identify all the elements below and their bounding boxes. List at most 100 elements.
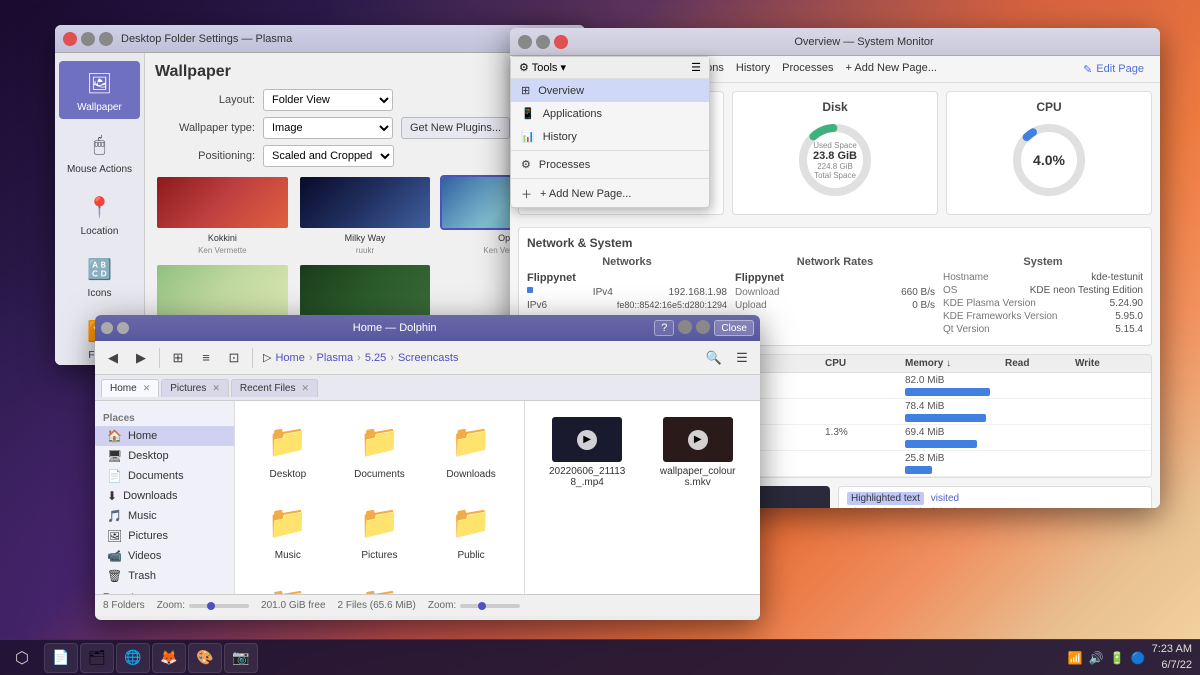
file-templates[interactable]: 📁 Templates (245, 573, 331, 594)
file-music[interactable]: 📁 Music (245, 492, 331, 567)
zoom-control-1: Zoom: (157, 600, 249, 611)
dolphin-ctrl-1[interactable] (101, 322, 113, 334)
network-rates-column: Network Rates Flippynet Download 660 B/s… (735, 256, 935, 337)
dolphin-list-btn[interactable]: ≡ (194, 346, 218, 370)
tools-menu-history[interactable]: 📊 History (511, 125, 709, 148)
sidebar-music[interactable]: 🎵 Music (95, 506, 234, 526)
tab-pictures-close[interactable]: ✕ (212, 383, 220, 394)
proc-col-write[interactable]: Write (1075, 358, 1145, 369)
sidebar-documents[interactable]: 📄 Documents (95, 466, 234, 486)
taskbar-app-1[interactable]: 📄 (44, 643, 78, 673)
sysmon-close-btn[interactable] (554, 35, 568, 49)
pictures-sidebar-icon: 🖼 (107, 529, 122, 543)
tools-menu-add[interactable]: ＋ + Add New Page... (511, 181, 709, 207)
sidebar-item-location[interactable]: 📍 Location (59, 185, 140, 243)
tools-menu-overview[interactable]: ⊞ Overview (511, 79, 709, 102)
sidebar-home[interactable]: 🏠 Home (95, 426, 234, 446)
tab-recent-close[interactable]: ✕ (301, 383, 309, 394)
sysmon-nav-history[interactable]: History (736, 60, 770, 78)
wallpaper-max-btn[interactable] (99, 32, 113, 46)
file-downloads[interactable]: 📁 Downloads (428, 411, 514, 486)
proc-write-1 (1075, 375, 1145, 396)
light-disabled-link[interactable]: link (910, 507, 925, 508)
dolphin-max-btn[interactable] (696, 320, 710, 334)
file-desktop[interactable]: 📁 Desktop (245, 411, 331, 486)
dolphin-close-btn[interactable]: Close (714, 320, 754, 336)
tools-menu-processes[interactable]: ⚙ Processes (511, 153, 709, 176)
bread-plasma[interactable]: Plasma (316, 352, 353, 364)
sidebar-item-icons[interactable]: 🔠 Icons (59, 247, 140, 305)
file-videos[interactable]: 📁 Videos (337, 573, 423, 594)
file-pictures[interactable]: 📁 Pictures (337, 492, 423, 567)
proc-col-cpu[interactable]: CPU (825, 358, 905, 369)
taskbar-app-2[interactable]: 🗂 (80, 643, 114, 673)
downloads-folder-name: Downloads (446, 469, 495, 480)
taskbar-clock[interactable]: 7:23 AM 6/7/22 (1152, 642, 1192, 673)
wallpaper-min-btn[interactable] (81, 32, 95, 46)
bread-current[interactable]: Home (275, 352, 304, 364)
wallpaper-item-kokkini[interactable]: Kokkini Ken Vermette (155, 175, 290, 255)
sidebar-toggle-icon[interactable]: ☰ (691, 61, 701, 74)
mouse-icon: 🖱 (84, 129, 116, 161)
tab-home-close[interactable]: ✕ (143, 383, 151, 394)
sysmon-nav-add[interactable]: + Add New Page... (846, 60, 937, 78)
get-new-plugins-btn[interactable]: Get New Plugins... (401, 117, 510, 139)
zoom-slider-2[interactable] (460, 604, 520, 608)
dolphin-min-btn[interactable] (678, 320, 692, 334)
positioning-select[interactable]: Scaled and Cropped (263, 145, 394, 167)
sysmon-max-btn[interactable] (536, 35, 550, 49)
location-icon: 📍 (84, 191, 116, 223)
bread-version[interactable]: 5.25 (365, 352, 386, 364)
dolphin-ctrl-2[interactable] (117, 322, 129, 334)
wallpaper-item-milkyway[interactable]: Milky Way ruukr (298, 175, 433, 255)
system-column: System Hostname kde-testunit OS KDE neon… (943, 256, 1143, 337)
bread-screencasts[interactable]: Screencasts (398, 352, 459, 364)
file-public[interactable]: 📁 Public (428, 492, 514, 567)
dolphin-grid-btn[interactable]: ⊞ (166, 346, 190, 370)
proc-col-read[interactable]: Read (1005, 358, 1075, 369)
dolphin-tab-pictures[interactable]: Pictures ✕ (161, 379, 229, 397)
music-sidebar-icon: 🎵 (107, 509, 122, 523)
dolphin-compact-btn[interactable]: ⊡ (222, 346, 246, 370)
light-disabled-visited[interactable]: visited (927, 507, 955, 508)
light-visited-link[interactable]: visited (931, 493, 959, 504)
layout-select[interactable]: Folder View (263, 89, 393, 111)
proc-col-memory[interactable]: Memory ↓ (905, 358, 1005, 369)
folders-count: 8 Folders (103, 600, 145, 611)
dolphin-search-btn[interactable]: 🔍 (702, 346, 726, 370)
sidebar-desktop[interactable]: 🖥 Desktop (95, 446, 234, 466)
templates-folder-icon: 📁 (264, 579, 312, 594)
sidebar-trash[interactable]: 🗑 Trash (95, 566, 234, 586)
sidebar-videos[interactable]: 📹 Videos (95, 546, 234, 566)
applications-icon: 📱 (521, 107, 535, 120)
taskbar-app-4[interactable]: 🦊 (152, 643, 186, 673)
file-video-2[interactable]: ▶ wallpaper_colours.mkv (645, 411, 750, 494)
system-col-title: System (943, 256, 1143, 268)
dolphin-help-btn[interactable]: ? (654, 320, 674, 336)
tools-menu-applications[interactable]: 📱 Applications (511, 102, 709, 125)
sysmon-min-btn[interactable] (518, 35, 532, 49)
taskbar-app-3[interactable]: 🌐 (116, 643, 150, 673)
zoom-slider-1[interactable] (189, 604, 249, 608)
dolphin-tab-home[interactable]: Home ✕ (101, 379, 159, 397)
cpu-gauge-card: CPU 4.0% (946, 91, 1152, 215)
sidebar-downloads[interactable]: ⬇ Downloads (95, 486, 234, 506)
dolphin-main: Places 🏠 Home 🖥 Desktop 📄 Documents ⬇ Do… (95, 401, 760, 594)
proc-mem-1: 82.0 MiB (905, 375, 1005, 396)
app-menu-btn[interactable]: ⬡ (8, 644, 36, 672)
taskbar-app-6[interactable]: 📷 (224, 643, 258, 673)
sidebar-item-mouse-actions[interactable]: 🖱 Mouse Actions (59, 123, 140, 181)
dolphin-menu-btn[interactable]: ☰ (730, 346, 754, 370)
sysmon-edit-page-btn[interactable]: ✎ Edit Page (1075, 61, 1152, 78)
sidebar-pictures[interactable]: 🖼 Pictures (95, 526, 234, 546)
dolphin-back-btn[interactable]: ◀ (101, 346, 125, 370)
file-documents[interactable]: 📁 Documents (337, 411, 423, 486)
wallpaper-close-btn[interactable] (63, 32, 77, 46)
sidebar-item-wallpaper[interactable]: 🖼 Wallpaper (59, 61, 140, 119)
taskbar-app-5[interactable]: 🎨 (188, 643, 222, 673)
wallpaper-type-select[interactable]: Image (263, 117, 393, 139)
sysmon-nav-processes[interactable]: Processes (782, 60, 833, 78)
dolphin-tab-recent[interactable]: Recent Files ✕ (231, 379, 318, 397)
file-video-1[interactable]: ▶ 20220606_211138_.mp4 (535, 411, 640, 494)
dolphin-forward-btn[interactable]: ▶ (129, 346, 153, 370)
